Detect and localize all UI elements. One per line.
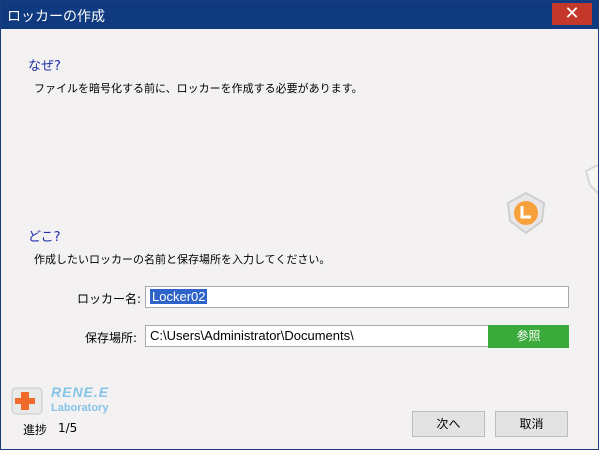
where-heading: どこ? [28, 230, 61, 245]
why-heading: なぜ? [28, 59, 61, 74]
logo-name: RENE.E [51, 384, 110, 400]
locker-name-value: Locker02 [150, 289, 208, 304]
cancel-button[interactable]: 取消 [495, 411, 568, 437]
create-locker-window: ロッカーの作成 ✕ なぜ? ファイルを暗号化する前に、ロッカーを作成する必要があ… [0, 0, 599, 450]
progress-label: 進捗 [23, 423, 48, 437]
close-button[interactable]: ✕ [552, 3, 592, 25]
close-icon: ✕ [564, 3, 580, 24]
lock-icon [506, 191, 546, 235]
locker-name-label: ロッカー名: [77, 292, 142, 306]
browse-button[interactable]: 参照 [488, 325, 569, 348]
shield-fragment-icon [584, 165, 598, 194]
location-value: C:\Users\Administrator\Documents\ [150, 328, 354, 343]
location-label: 保存場所: [85, 331, 138, 345]
logo: RENE.E Laboratory [11, 384, 108, 419]
window-title: ロッカーの作成 [7, 9, 105, 25]
next-button[interactable]: 次へ [412, 411, 485, 437]
progress-value: 1/5 [58, 421, 78, 435]
locker-name-input[interactable]: Locker02 [145, 286, 569, 308]
where-text: 作成したいロッカーの名前と保存場所を入力してください。 [34, 253, 331, 266]
why-text: ファイルを暗号化する前に、ロッカーを作成する必要があります。 [34, 82, 363, 95]
logo-icon [11, 387, 43, 415]
location-input[interactable]: C:\Users\Administrator\Documents\ [145, 325, 489, 347]
logo-sub: Laboratory [51, 402, 109, 414]
title-bar: ロッカーの作成 ✕ [1, 1, 598, 29]
